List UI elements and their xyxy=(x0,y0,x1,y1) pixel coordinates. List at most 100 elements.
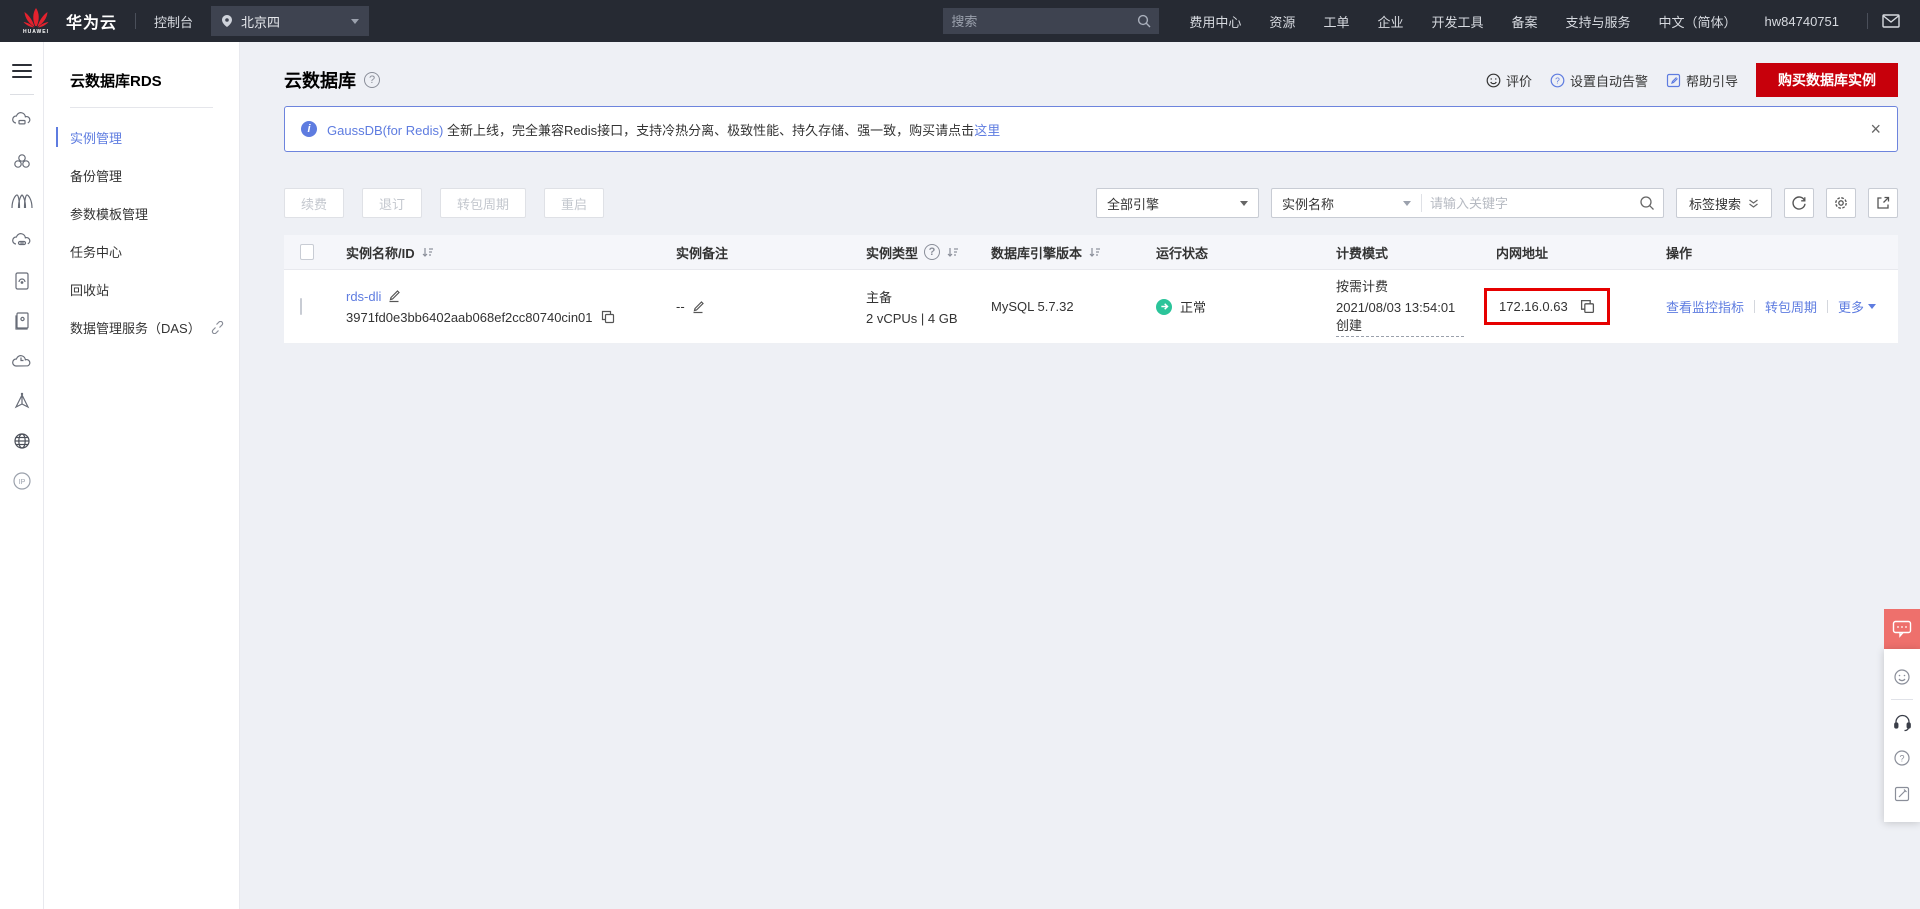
console-link[interactable]: 控制台 xyxy=(154,12,193,31)
menu-billing-center[interactable]: 费用中心 xyxy=(1189,12,1241,31)
main-content: 云数据库 ? 评价 ? 设置自动告警 帮助引导 购买数据库实例 i GaussD… xyxy=(240,42,1920,909)
sidebar-item-parameter-templates[interactable]: 参数模板管理 xyxy=(44,194,239,232)
help-button[interactable]: ? xyxy=(1889,743,1915,773)
keyword-input[interactable] xyxy=(1421,195,1639,211)
page-header: 云数据库 ? 评价 ? 设置自动告警 帮助引导 购买数据库实例 xyxy=(284,60,1898,100)
sidebar-item-task-center[interactable]: 任务中心 xyxy=(44,232,239,270)
copy-id-icon[interactable] xyxy=(601,310,615,324)
refresh-button[interactable] xyxy=(1784,188,1814,218)
banner-here-link[interactable]: 这里 xyxy=(974,123,1000,138)
type-help-icon[interactable]: ? xyxy=(924,244,940,260)
external-link-icon xyxy=(211,320,223,334)
more-dropdown[interactable]: 更多 xyxy=(1838,297,1877,316)
change-billing-link[interactable]: 转包周期 xyxy=(1765,297,1817,316)
info-icon: i xyxy=(301,121,317,137)
top-navbar: HUAWEI 华为云 控制台 北京四 费用中心 资源 工单 企业 开发工具 备案… xyxy=(0,0,1920,42)
change-to-yearly-button[interactable]: 转包周期 xyxy=(440,188,527,218)
col-remark: 实例备注 xyxy=(676,245,729,261)
search-icon[interactable] xyxy=(1137,14,1151,28)
chevron-down-icon xyxy=(1868,304,1877,309)
divider xyxy=(9,94,34,95)
server-doc-service-icon[interactable] xyxy=(10,269,34,293)
huawei-logo[interactable]: HUAWEI xyxy=(16,7,56,35)
copy-ip-icon[interactable] xyxy=(1580,299,1595,314)
storage-service-icon[interactable] xyxy=(10,229,34,253)
reboot-button[interactable]: 重启 xyxy=(544,188,605,218)
search-input[interactable] xyxy=(951,13,1138,29)
eip-service-icon[interactable]: IP xyxy=(10,469,34,493)
renew-button[interactable]: 续费 xyxy=(284,188,345,218)
gaussdb-redis-link[interactable]: GaussDB(for Redis) xyxy=(327,123,443,138)
instance-id: 3971fd0e3bb6402aab068ef2cc80740cin01 xyxy=(346,309,593,325)
menu-dev-tools[interactable]: 开发工具 xyxy=(1431,12,1483,31)
sidebar-item-das[interactable]: 数据管理服务（DAS） xyxy=(44,308,239,346)
sort-icon[interactable] xyxy=(946,246,959,258)
ecs-service-icon[interactable] xyxy=(10,109,34,133)
settings-button[interactable] xyxy=(1826,188,1856,218)
instance-name-link[interactable]: rds-dli xyxy=(346,289,381,304)
menu-tickets[interactable]: 工单 xyxy=(1323,12,1349,31)
export-button[interactable] xyxy=(1868,188,1898,218)
search-field-select[interactable]: 实例名称 xyxy=(1272,194,1422,212)
sidebar-item-backup-management[interactable]: 备份管理 xyxy=(44,156,239,194)
chevron-down-icon xyxy=(1239,200,1248,206)
menu-icp[interactable]: 备案 xyxy=(1511,12,1537,31)
auto-scaling-service-icon[interactable] xyxy=(10,189,34,213)
menu-enterprise[interactable]: 企业 xyxy=(1377,12,1403,31)
view-metrics-link[interactable]: 查看监控指标 xyxy=(1666,297,1744,316)
col-engine: 数据库引擎版本 xyxy=(975,243,1140,262)
beacon-service-icon[interactable] xyxy=(10,389,34,413)
buy-database-instance-button[interactable]: 购买数据库实例 xyxy=(1756,63,1898,97)
search-icon[interactable] xyxy=(1639,195,1655,211)
messages-button[interactable] xyxy=(1882,14,1900,28)
sidebar-item-instance-management[interactable]: 实例管理 xyxy=(44,118,239,156)
feedback-chat-button[interactable] xyxy=(1884,609,1920,649)
cell-private-ip: 172.16.0.63 xyxy=(1480,288,1650,325)
edit-remark-icon[interactable] xyxy=(691,300,705,314)
sort-icon[interactable] xyxy=(1088,246,1101,258)
select-all-checkbox[interactable] xyxy=(300,244,314,260)
smiley-icon xyxy=(1894,669,1910,685)
feedback-form-button[interactable] xyxy=(1889,779,1915,809)
menu-language[interactable]: 中文（简体） xyxy=(1659,12,1737,31)
topbar-menu: 费用中心 资源 工单 企业 开发工具 备案 支持与服务 中文（简体） hw847… xyxy=(1189,12,1868,31)
cloud-clock-service-icon[interactable] xyxy=(10,349,34,373)
cell-billing: 按需计费 2021/08/03 13:54:01 创建 xyxy=(1320,276,1480,337)
document-service-icon[interactable] xyxy=(10,309,34,333)
auto-alarm-button[interactable]: ? 设置自动告警 xyxy=(1550,71,1648,90)
tag-search-button[interactable]: 标签搜索 xyxy=(1675,188,1772,218)
cdn-globe-service-icon[interactable] xyxy=(10,429,34,453)
page-help-icon[interactable]: ? xyxy=(364,72,380,88)
sidebar-title: 云数据库RDS xyxy=(70,73,162,90)
svg-text:?: ? xyxy=(1899,754,1904,764)
export-icon xyxy=(1877,196,1890,209)
gear-icon xyxy=(1835,197,1847,209)
global-search[interactable] xyxy=(943,8,1160,34)
divider xyxy=(1827,300,1829,313)
menu-resources[interactable]: 资源 xyxy=(1269,12,1295,31)
feedback-button[interactable]: 评价 xyxy=(1486,71,1532,90)
sidebar-item-recycle-bin[interactable]: 回收站 xyxy=(44,270,239,308)
headset-icon xyxy=(1893,714,1911,731)
row-checkbox[interactable] xyxy=(300,298,302,315)
floating-support-widget: ? xyxy=(1884,609,1920,822)
help-guide-button[interactable]: 帮助引导 xyxy=(1666,71,1738,90)
col-type: 实例类型 ? xyxy=(850,243,975,262)
compose-icon xyxy=(1894,786,1910,802)
refresh-icon xyxy=(1792,196,1806,210)
user-group-service-icon[interactable] xyxy=(10,149,34,173)
account-name[interactable]: hw84740751 xyxy=(1765,14,1839,29)
menu-support[interactable]: 支持与服务 xyxy=(1566,12,1631,31)
sort-icon[interactable] xyxy=(421,246,434,258)
double-chevron-down-icon xyxy=(1749,199,1758,208)
instance-toolbar: 续费 退订 转包周期 重启 全部引擎 实例名称 请输入关键字 标签搜索 xyxy=(284,188,1898,218)
engine-filter-select[interactable]: 全部引擎 xyxy=(1095,188,1259,218)
banner-close-icon[interactable]: × xyxy=(1870,120,1881,138)
customer-service-button[interactable] xyxy=(1889,707,1915,737)
edit-name-icon[interactable] xyxy=(387,289,401,303)
satisfaction-survey-button[interactable] xyxy=(1889,662,1915,692)
cell-status: 正常 xyxy=(1140,297,1320,316)
hamburger-menu-icon[interactable] xyxy=(11,60,32,82)
region-selector[interactable]: 北京四 xyxy=(211,6,370,36)
unsubscribe-button[interactable]: 退订 xyxy=(362,188,423,218)
